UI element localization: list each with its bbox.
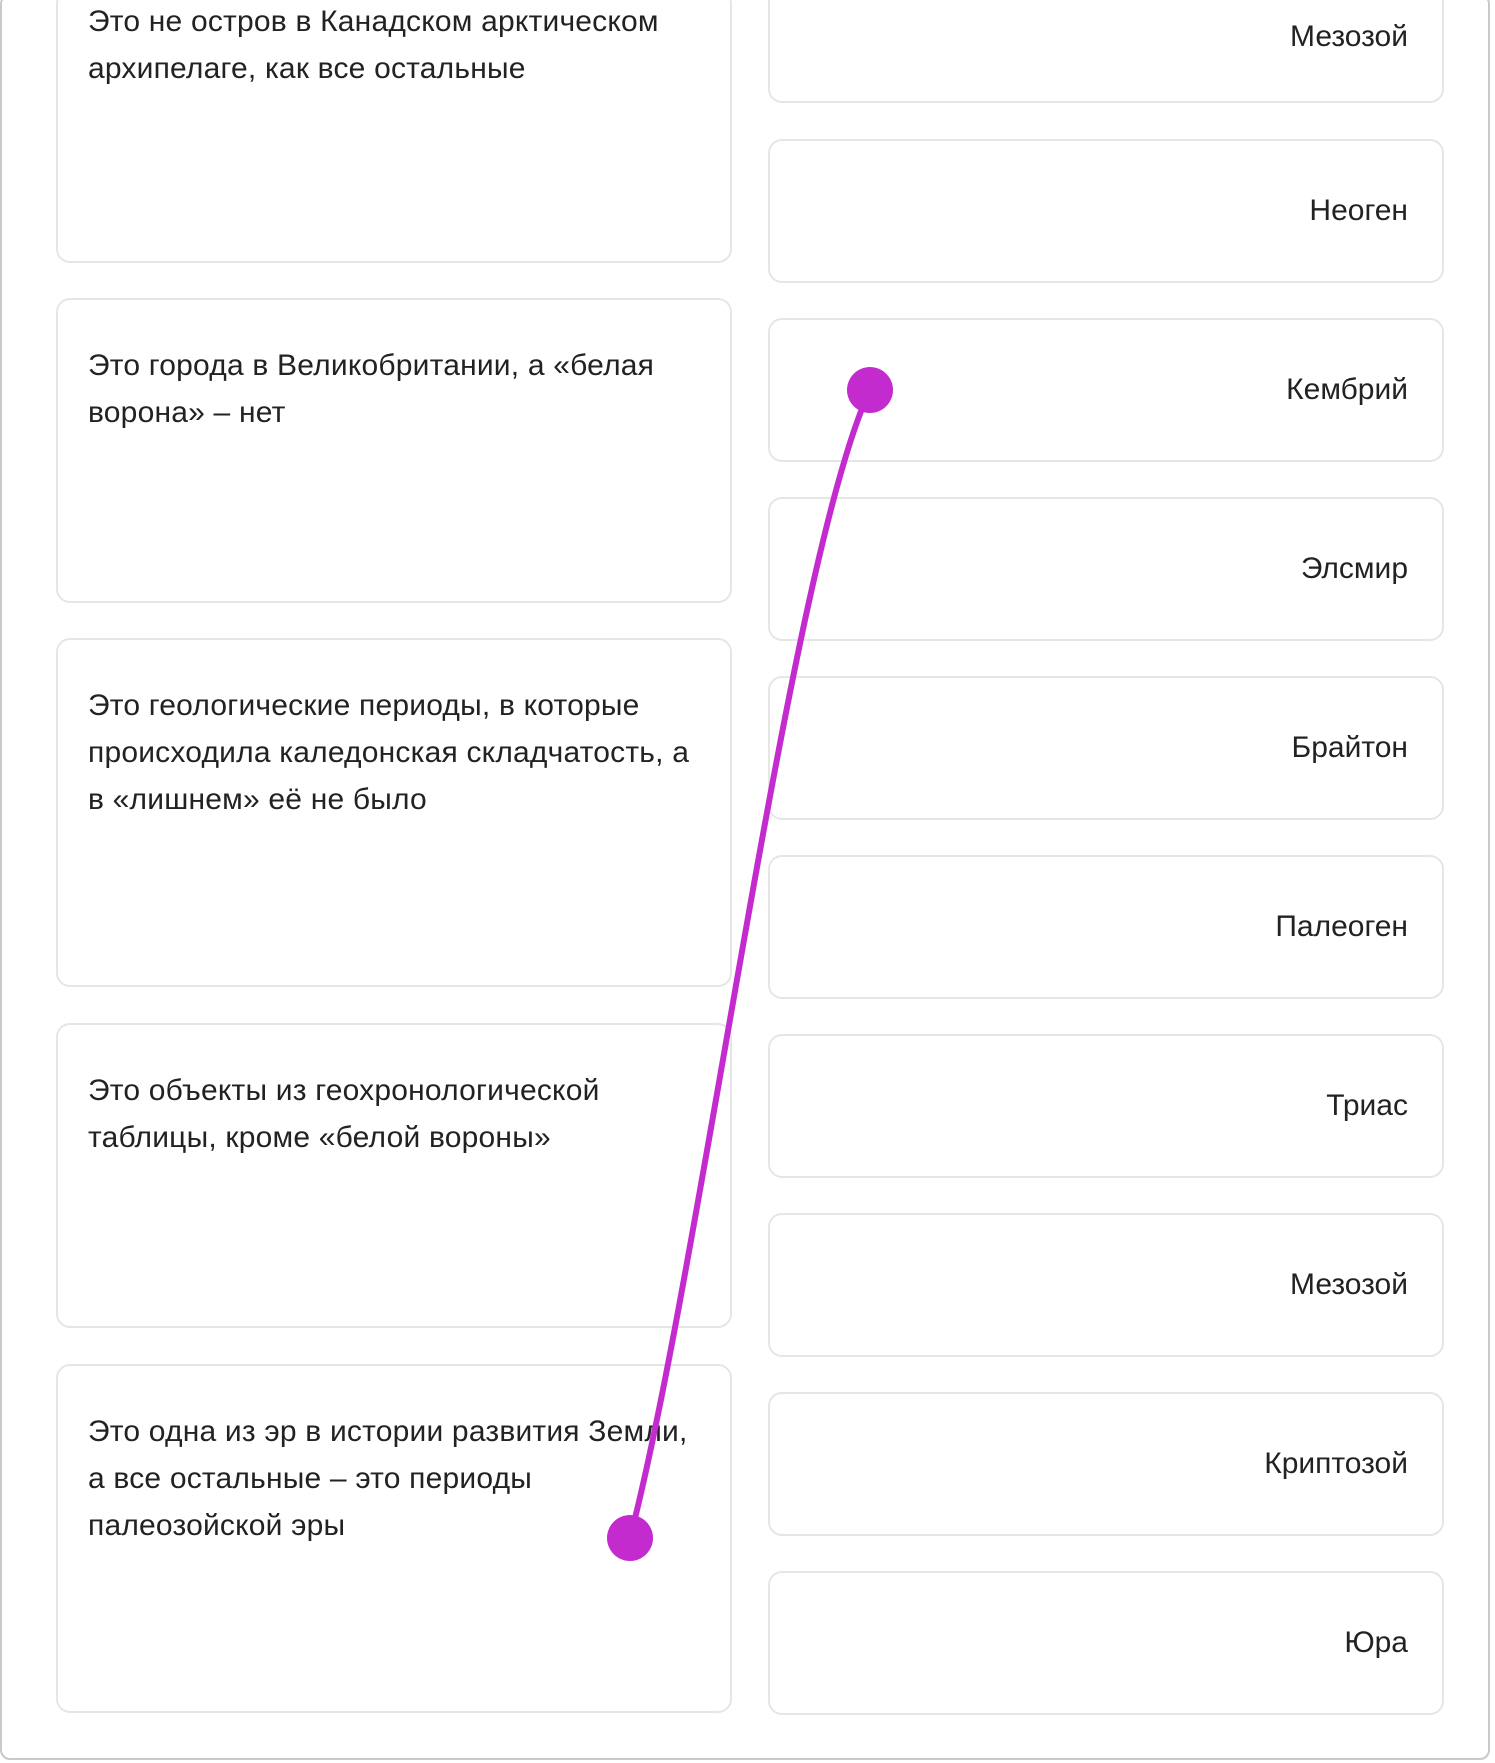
right-card-text: Брайтон bbox=[1291, 731, 1408, 764]
right-card-text: Кембрий bbox=[1286, 373, 1408, 406]
right-card-10[interactable]: Юра bbox=[768, 1571, 1444, 1715]
right-card-text: Мезозой bbox=[1290, 19, 1408, 53]
right-card-text: Мезозой bbox=[1290, 1268, 1408, 1301]
right-card-text: Триас bbox=[1326, 1089, 1408, 1122]
right-card-text: Палеоген bbox=[1275, 910, 1408, 943]
left-card-text: Это одна из эр в истории развития Земли,… bbox=[88, 1415, 688, 1542]
right-card-3[interactable]: Кембрий bbox=[768, 318, 1444, 462]
left-card-text: Это не остров в Канадском арктическом ар… bbox=[88, 5, 659, 85]
left-card-text: Это города в Великобритании, а «белая во… bbox=[88, 349, 655, 429]
right-card-9[interactable]: Криптозой bbox=[768, 1392, 1444, 1536]
left-card-4[interactable]: Это объекты из геохронологической таблиц… bbox=[56, 1023, 732, 1328]
left-card-1[interactable]: Это не остров в Канадском арктическом ар… bbox=[56, 0, 732, 263]
left-card-text: Это геологические периоды, в которые про… bbox=[88, 689, 690, 816]
right-card-4[interactable]: Элсмир bbox=[768, 497, 1444, 641]
right-card-6[interactable]: Палеоген bbox=[768, 855, 1444, 999]
right-card-1[interactable]: Мезозой bbox=[768, 0, 1444, 103]
left-card-3[interactable]: Это геологические периоды, в которые про… bbox=[56, 638, 732, 987]
right-card-2[interactable]: Неоген bbox=[768, 139, 1444, 283]
right-card-text: Элсмир bbox=[1300, 552, 1408, 585]
left-card-text: Это объекты из геохронологической таблиц… bbox=[88, 1074, 600, 1154]
right-card-7[interactable]: Триас bbox=[768, 1034, 1444, 1178]
right-card-text: Неоген bbox=[1309, 194, 1408, 227]
left-card-2[interactable]: Это города в Великобритании, а «белая во… bbox=[56, 298, 732, 603]
right-card-text: Криптозой bbox=[1264, 1447, 1408, 1480]
left-card-5[interactable]: Это одна из эр в истории развития Земли,… bbox=[56, 1364, 732, 1713]
right-card-text: Юра bbox=[1344, 1626, 1408, 1659]
right-card-8[interactable]: Мезозой bbox=[768, 1213, 1444, 1357]
right-card-5[interactable]: Брайтон bbox=[768, 676, 1444, 820]
